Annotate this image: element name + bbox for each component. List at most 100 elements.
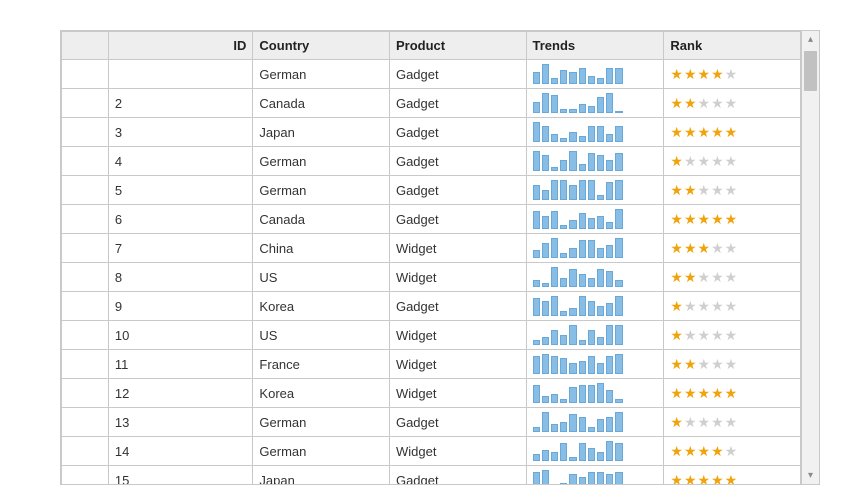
column-header-rank[interactable]: Rank — [664, 32, 801, 60]
row-header[interactable] — [62, 118, 109, 147]
cell-id[interactable]: 13 — [108, 408, 253, 437]
cell-rank[interactable]: ★★★★★ — [664, 292, 801, 321]
table-row[interactable]: 2CanadaGadget ★★★★★ — [62, 89, 801, 118]
table-row[interactable]: 10USWidget★★★★★ — [62, 321, 801, 350]
cell-rank[interactable]: ★★★★★ — [664, 466, 801, 485]
row-header[interactable] — [62, 408, 109, 437]
datagrid[interactable]: ID Country Product Trends Rank 1GermanGa… — [61, 31, 801, 484]
cell-product[interactable]: Widget — [389, 350, 526, 379]
table-row[interactable]: 1GermanGadget★★★★★ — [62, 60, 801, 89]
cell-country[interactable]: US — [253, 263, 390, 292]
cell-trends[interactable] — [526, 263, 664, 292]
scroll-down-button[interactable]: ▾ — [802, 467, 819, 484]
row-header[interactable] — [62, 205, 109, 234]
row-header[interactable] — [62, 466, 109, 485]
row-header[interactable] — [62, 437, 109, 466]
cell-country[interactable]: Japan — [253, 466, 390, 485]
cell-country[interactable]: German — [253, 60, 390, 89]
vertical-scrollbar[interactable]: ▴ ▾ — [801, 31, 819, 484]
table-row[interactable]: 14GermanWidget★★★★★ — [62, 437, 801, 466]
scroll-up-button[interactable]: ▴ — [802, 31, 819, 48]
row-header[interactable] — [62, 350, 109, 379]
cell-trends[interactable] — [526, 321, 664, 350]
cell-trends[interactable] — [526, 176, 664, 205]
table-row[interactable]: 7ChinaWidget★★★★★ — [62, 234, 801, 263]
cell-trends[interactable] — [526, 408, 664, 437]
cell-rank[interactable]: ★★★★★ — [664, 176, 801, 205]
cell-country[interactable]: Canada — [253, 89, 390, 118]
cell-rank[interactable]: ★★★★★ — [664, 60, 801, 89]
cell-rank[interactable]: ★★★★★ — [664, 89, 801, 118]
cell-rank[interactable]: ★★★★★ — [664, 379, 801, 408]
table-row[interactable]: 5GermanGadget ★★★★★ — [62, 176, 801, 205]
cell-country[interactable]: Japan — [253, 118, 390, 147]
cell-country[interactable]: Korea — [253, 379, 390, 408]
row-header[interactable] — [62, 263, 109, 292]
cell-country[interactable]: German — [253, 176, 390, 205]
cell-rank[interactable]: ★★★★★ — [664, 234, 801, 263]
cell-country[interactable]: German — [253, 437, 390, 466]
cell-trends[interactable] — [526, 118, 664, 147]
cell-trends[interactable] — [526, 350, 664, 379]
table-row[interactable]: 3JapanGadget★★★★★ — [62, 118, 801, 147]
cell-id[interactable]: 11 — [108, 350, 253, 379]
cell-product[interactable]: Widget — [389, 379, 526, 408]
table-row[interactable]: 6CanadaGadget ★★★★★ — [62, 205, 801, 234]
cell-product[interactable]: Gadget — [389, 118, 526, 147]
cell-id[interactable]: 9 — [108, 292, 253, 321]
cell-rank[interactable]: ★★★★★ — [664, 205, 801, 234]
cell-rank[interactable]: ★★★★★ — [664, 263, 801, 292]
cell-trends[interactable] — [526, 234, 664, 263]
cell-product[interactable]: Gadget — [389, 60, 526, 89]
cell-id[interactable]: 15 — [108, 466, 253, 485]
cell-product[interactable]: Gadget — [389, 466, 526, 485]
cell-country[interactable]: German — [253, 408, 390, 437]
cell-id[interactable]: 10 — [108, 321, 253, 350]
cell-id[interactable]: 2 — [108, 89, 253, 118]
cell-country[interactable]: Korea — [253, 292, 390, 321]
cell-id[interactable]: 8 — [108, 263, 253, 292]
cell-id[interactable]: 6 — [108, 205, 253, 234]
cell-trends[interactable] — [526, 466, 664, 485]
cell-product[interactable]: Gadget — [389, 89, 526, 118]
cell-trends[interactable] — [526, 147, 664, 176]
column-header-id[interactable]: ID — [108, 32, 253, 60]
cell-country[interactable]: Canada — [253, 205, 390, 234]
row-header[interactable] — [62, 234, 109, 263]
cell-product[interactable]: Gadget — [389, 408, 526, 437]
row-header[interactable] — [62, 176, 109, 205]
table-row[interactable]: 8USWidget★★★★★ — [62, 263, 801, 292]
cell-product[interactable]: Gadget — [389, 147, 526, 176]
row-header[interactable] — [62, 60, 109, 89]
column-header-product[interactable]: Product — [389, 32, 526, 60]
cell-id[interactable]: 7 — [108, 234, 253, 263]
row-header[interactable] — [62, 321, 109, 350]
cell-id[interactable]: 3 — [108, 118, 253, 147]
cell-product[interactable]: Widget — [389, 321, 526, 350]
cell-product[interactable]: Gadget — [389, 292, 526, 321]
scroll-thumb[interactable] — [804, 51, 817, 91]
cell-product[interactable]: Widget — [389, 437, 526, 466]
cell-country[interactable]: China — [253, 234, 390, 263]
column-header-country[interactable]: Country — [253, 32, 390, 60]
cell-rank[interactable]: ★★★★★ — [664, 408, 801, 437]
table-row[interactable]: 12KoreaWidget ★★★★★ — [62, 379, 801, 408]
cell-trends[interactable] — [526, 205, 664, 234]
row-header[interactable] — [62, 379, 109, 408]
cell-rank[interactable]: ★★★★★ — [664, 321, 801, 350]
table-row[interactable]: 11FranceWidget★★★★★ — [62, 350, 801, 379]
cell-trends[interactable] — [526, 437, 664, 466]
cell-product[interactable]: Gadget — [389, 176, 526, 205]
cell-id[interactable]: 12 — [108, 379, 253, 408]
row-header[interactable] — [62, 292, 109, 321]
cell-rank[interactable]: ★★★★★ — [664, 350, 801, 379]
row-header[interactable] — [62, 147, 109, 176]
cell-product[interactable]: Gadget — [389, 205, 526, 234]
cell-trends[interactable] — [526, 379, 664, 408]
table-row[interactable]: 13GermanGadget ★★★★★ — [62, 408, 801, 437]
table-row[interactable]: 9KoreaGadget ★★★★★ — [62, 292, 801, 321]
cell-trends[interactable] — [526, 60, 664, 89]
table-row[interactable]: 15JapanGadget ★★★★★ — [62, 466, 801, 485]
cell-id[interactable]: 5 — [108, 176, 253, 205]
cell-trends[interactable] — [526, 89, 664, 118]
